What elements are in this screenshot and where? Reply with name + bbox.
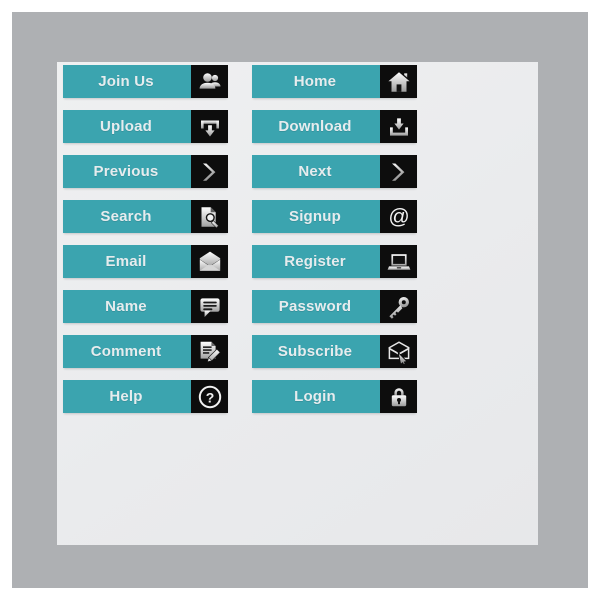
button-label: Login	[294, 388, 336, 405]
at-sign-icon: @	[380, 200, 417, 233]
button-signup[interactable]: Signup @	[252, 200, 417, 233]
svg-text:@: @	[388, 205, 409, 228]
button-label: Register	[284, 253, 346, 270]
button-password[interactable]: Password	[252, 290, 417, 323]
button-join-us[interactable]: Join Us	[63, 65, 228, 98]
button-next[interactable]: Next	[252, 155, 417, 188]
upload-tray-icon	[191, 110, 228, 143]
button-name[interactable]: Name	[63, 290, 228, 323]
button-email[interactable]: Email	[63, 245, 228, 278]
button-help[interactable]: Help ?	[63, 380, 228, 413]
button-label: Subscribe	[277, 343, 353, 360]
button-login[interactable]: Login	[252, 380, 417, 413]
question-mark-circle-icon: ?	[191, 380, 228, 413]
envelope-cursor-icon	[380, 335, 417, 368]
button-search[interactable]: Search	[63, 200, 228, 233]
button-comment[interactable]: Comment	[63, 335, 228, 368]
download-tray-icon	[380, 110, 417, 143]
button-label: Join Us	[98, 73, 154, 90]
button-home[interactable]: Home	[252, 65, 417, 98]
button-label: Comment	[90, 343, 162, 360]
button-download[interactable]: Download	[252, 110, 417, 143]
arrow-right-icon	[380, 155, 417, 188]
button-label: Download	[278, 118, 352, 135]
button-label: Next	[298, 163, 332, 180]
button-label: Name	[105, 298, 147, 315]
button-label: Email	[105, 253, 147, 270]
button-label: Help	[109, 388, 143, 405]
button-previous[interactable]: Previous	[63, 155, 228, 188]
button-grid: Join Us Upload Previous Search Email Nam…	[63, 65, 423, 420]
svg-text:?: ?	[205, 389, 214, 405]
button-label: Search	[100, 208, 152, 225]
document-search-icon	[191, 200, 228, 233]
house-icon	[380, 65, 417, 98]
left-column: Join Us Upload Previous Search Email Nam…	[63, 65, 228, 420]
button-label: Signup	[288, 208, 342, 225]
button-label: Password	[278, 298, 352, 315]
padlock-icon	[380, 380, 417, 413]
button-upload[interactable]: Upload	[63, 110, 228, 143]
arrow-right-icon	[191, 155, 228, 188]
envelope-icon	[191, 245, 228, 278]
button-register[interactable]: Register	[252, 245, 417, 278]
laptop-icon	[380, 245, 417, 278]
button-label: Home	[293, 73, 337, 90]
button-label: Previous	[93, 163, 159, 180]
button-label: Upload	[99, 118, 153, 135]
screenshot-stage: Join Us Upload Previous Search Email Nam…	[0, 0, 600, 600]
button-subscribe[interactable]: Subscribe	[252, 335, 417, 368]
document-pen-icon	[191, 335, 228, 368]
users-icon	[191, 65, 228, 98]
right-column: Home Download Next Signup @ Register Pas…	[252, 65, 417, 420]
speech-bubble-icon	[191, 290, 228, 323]
key-icon	[380, 290, 417, 323]
